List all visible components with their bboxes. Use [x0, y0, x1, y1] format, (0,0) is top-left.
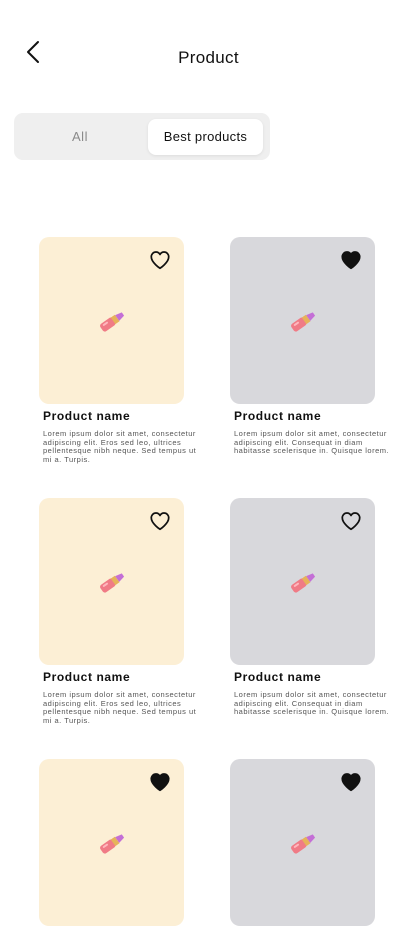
product-image[interactable] [39, 237, 184, 404]
heart-outline-icon[interactable] [149, 249, 171, 271]
product-description: Lorem ipsum dolor sit amet, consectetur … [234, 690, 390, 717]
heart-filled-icon[interactable] [340, 249, 362, 271]
product-description: Lorem ipsum dolor sit amet, consectetur … [43, 690, 197, 725]
tab-all[interactable]: All [18, 119, 142, 155]
product-name: Product name [43, 409, 131, 423]
lipstick-icon [100, 312, 125, 332]
lipstick-icon [291, 573, 316, 593]
product-name: Product name [43, 670, 131, 684]
lipstick-icon [291, 834, 316, 854]
lipstick-icon [291, 312, 316, 332]
product-name: Product name [234, 670, 322, 684]
product-image[interactable] [39, 498, 184, 665]
page-title: Product [178, 48, 239, 67]
lipstick-icon [100, 834, 125, 854]
lipstick-icon [100, 573, 125, 593]
product-image[interactable] [230, 498, 375, 665]
product-image[interactable] [230, 237, 375, 404]
heart-filled-icon[interactable] [149, 771, 171, 793]
product-image[interactable] [230, 759, 375, 926]
header: Product [0, 0, 417, 100]
heart-filled-icon[interactable] [340, 771, 362, 793]
product-description: Lorem ipsum dolor sit amet, consectetur … [234, 429, 390, 456]
tab-best-products[interactable]: Best products [148, 119, 263, 155]
product-description: Lorem ipsum dolor sit amet, consectetur … [43, 429, 197, 464]
product-name: Product name [234, 409, 322, 423]
heart-outline-icon[interactable] [340, 510, 362, 532]
heart-outline-icon[interactable] [149, 510, 171, 532]
segmented-control: All Best products [14, 113, 270, 160]
product-image[interactable] [39, 759, 184, 926]
